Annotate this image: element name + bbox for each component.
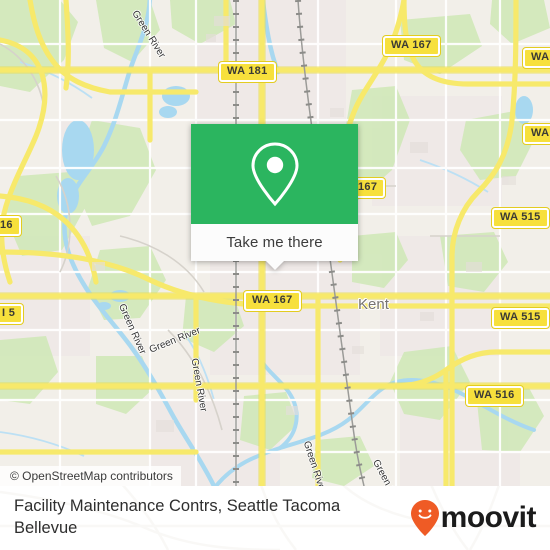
take-me-there-label: Take me there [226,234,323,251]
highway-shield: WA 167 [244,291,301,311]
place-title: Facility Maintenance Contrs, Seattle Tac… [14,497,341,537]
moovit-logo[interactable]: moovit [410,499,537,537]
take-me-there-button[interactable]: Take me there [191,224,358,261]
map-canvas[interactable]: Green River Green River Green River Green R… [0,0,550,486]
highway-shield: 16 [0,216,21,236]
osm-attribution[interactable]: © OpenStreetMap contributors [0,466,181,486]
highway-shield: I 5 [0,304,24,324]
map-pin-icon [250,142,299,207]
highway-shield: WA 516 [466,386,523,406]
highway-shield: WA 181 [219,62,276,82]
highway-shield: WA 515 [492,308,549,328]
city-label: Kent [358,296,389,313]
moovit-smiley-pin-icon [410,500,439,536]
location-popup-card[interactable]: Take me there [191,124,358,270]
popup-pin-panel [191,124,358,224]
highway-shield: WA [523,48,550,68]
footer-bar: Facility Maintenance Contrs, Seattle Tac… [0,486,550,550]
moovit-wordmark: moovit [440,501,537,534]
osm-attribution-text: © OpenStreetMap contributors [10,469,173,483]
popup-pointer-tail [265,261,284,270]
highway-shield: WA 167 [383,36,440,56]
highway-shield: WA 515 [492,208,549,228]
highway-shield: WA [523,124,550,144]
